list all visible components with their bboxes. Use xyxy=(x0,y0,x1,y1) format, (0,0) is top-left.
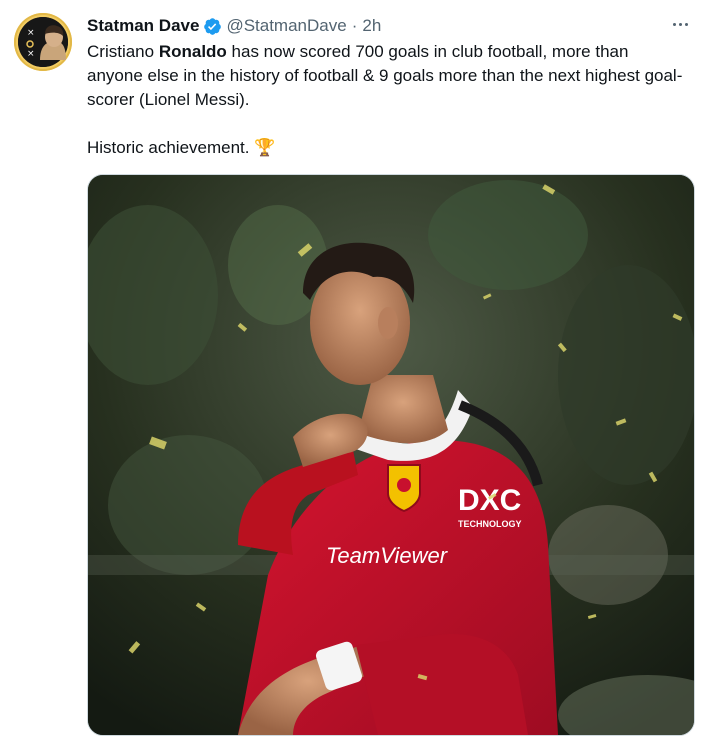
tweet-header: Statman Dave @StatmanDave · 2h xyxy=(87,13,692,39)
tweet-text-paragraph-1: Cristiano Ronaldo has now scored 700 goa… xyxy=(87,40,687,112)
tweet-photo[interactable]: TeamViewer DXC TECHNOLOGY xyxy=(87,174,695,736)
tweet-text-paragraph-2: Historic achievement. 🏆 xyxy=(87,136,687,160)
jersey-sponsor-text: TeamViewer xyxy=(326,543,449,568)
tweet-timestamp[interactable]: 2h xyxy=(362,16,381,36)
author-handle[interactable]: @StatmanDave xyxy=(226,16,346,36)
svg-text:×: × xyxy=(27,28,35,38)
photo-image: TeamViewer DXC TECHNOLOGY xyxy=(88,175,694,735)
author-name[interactable]: Statman Dave xyxy=(87,16,199,36)
sleeve-sponsor-text: DXC xyxy=(458,484,521,517)
text-segment: Cristiano xyxy=(87,42,159,61)
more-options-icon[interactable] xyxy=(668,12,692,36)
svg-text:×: × xyxy=(27,49,35,59)
avatar-image: × × xyxy=(18,17,68,67)
bold-text-segment: Ronaldo xyxy=(158,42,227,61)
tweet-text: Cristiano Ronaldo has now scored 700 goa… xyxy=(87,40,687,160)
sleeve-sponsor-sub-text: TECHNOLOGY xyxy=(458,519,522,529)
tweet[interactable]: × × Statman Dave @StatmanDave · 2h Crist… xyxy=(0,0,706,736)
trophy-emoji-icon: 🏆 xyxy=(254,138,276,157)
separator-dot: · xyxy=(351,16,358,35)
text-segment: Historic achievement. xyxy=(87,138,250,157)
avatar[interactable]: × × xyxy=(14,13,72,71)
verified-badge-icon xyxy=(204,17,222,35)
